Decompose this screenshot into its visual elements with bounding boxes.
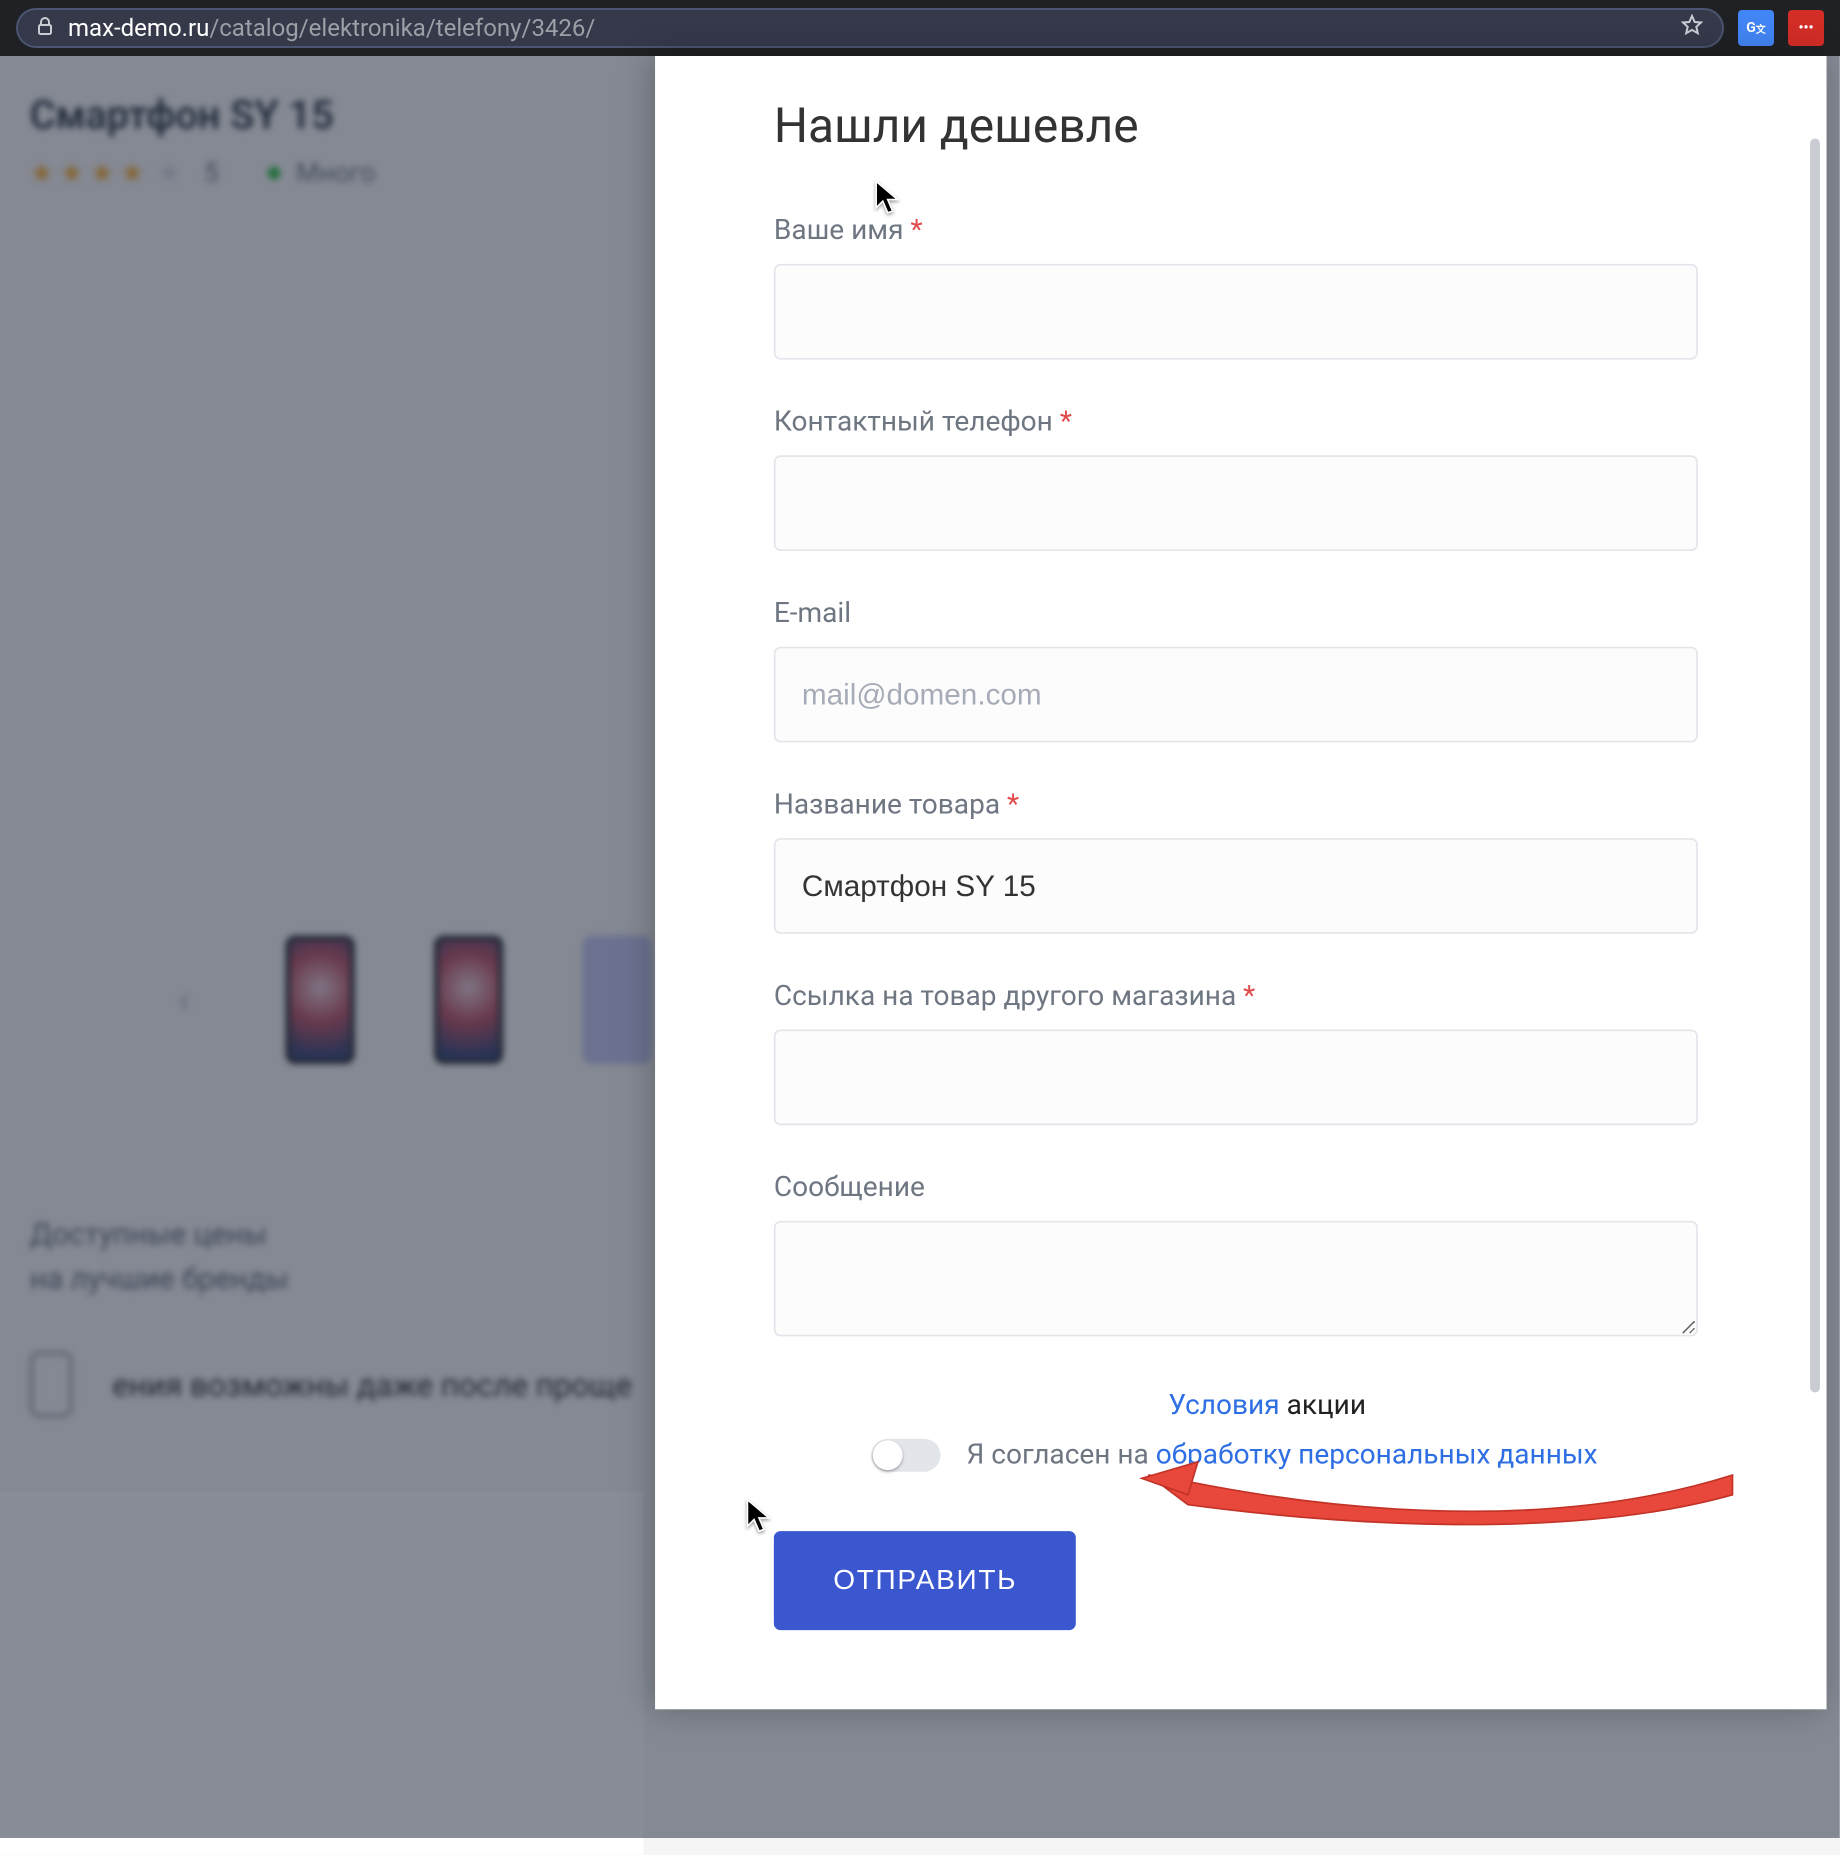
competitor-link-input[interactable] (774, 1030, 1698, 1126)
modal-scrollbar[interactable] (1810, 139, 1820, 1393)
phone-label: Контактный телефон * (774, 406, 1761, 439)
terms-conditions-link[interactable]: Условия (1168, 1389, 1279, 1422)
competitor-link-label: Ссылка на товар другого магазина * (774, 980, 1761, 1013)
translate-extension-icon[interactable]: G文 (1738, 10, 1774, 46)
name-input[interactable] (774, 264, 1698, 360)
url-text: max-demo.ru/catalog/elektronika/telefony… (68, 14, 595, 42)
modal-title: Нашли дешевле (774, 99, 1761, 155)
terms-action-word: акции (1287, 1389, 1366, 1422)
message-textarea[interactable] (774, 1221, 1698, 1337)
terms-row: Условия акции (774, 1389, 1761, 1422)
message-label: Сообщение (774, 1171, 1761, 1204)
email-input[interactable] (774, 647, 1698, 743)
cheaper-form-modal: Нашли дешевле Ваше имя * Контактный теле… (655, 56, 1827, 1709)
lock-icon (36, 14, 54, 42)
consent-toggle[interactable] (871, 1439, 940, 1472)
name-label: Ваше имя * (774, 214, 1761, 247)
browser-chrome: max-demo.ru/catalog/elektronika/telefony… (0, 0, 1840, 56)
url-domain: max-demo.ru (68, 14, 209, 42)
submit-button[interactable]: ОТПРАВИТЬ (774, 1531, 1077, 1630)
consent-text: Я согласен на обработку персональных дан… (966, 1439, 1597, 1472)
bookmark-star-icon[interactable] (1680, 13, 1704, 43)
product-name-label: Название товара * (774, 789, 1761, 822)
privacy-policy-link[interactable]: обработку персональных данных (1156, 1439, 1598, 1472)
product-name-input[interactable] (774, 838, 1698, 934)
phone-input[interactable] (774, 455, 1698, 551)
email-label: E-mail (774, 597, 1761, 630)
lastpass-extension-icon[interactable]: ••• (1788, 10, 1824, 46)
url-bar[interactable]: max-demo.ru/catalog/elektronika/telefony… (16, 8, 1724, 48)
url-path: /catalog/elektronika/telefony/3426/ (209, 14, 595, 42)
